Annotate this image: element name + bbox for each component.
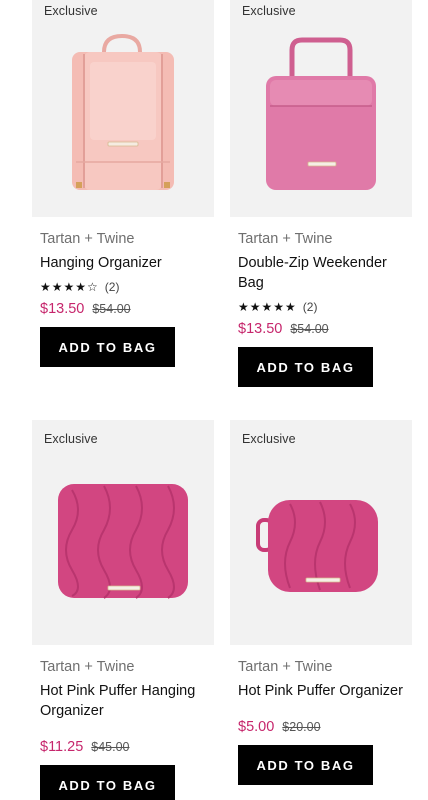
original-price: $45.00: [91, 740, 130, 754]
product-brand: Tartan + Twine: [238, 659, 333, 675]
hot-pink-puffer-hanging-organizer-image: [58, 484, 188, 599]
original-price: $20.00: [282, 720, 321, 734]
product-brand: Tartan + Twine: [40, 659, 135, 675]
star-rating-icon: ★★★★★: [238, 300, 297, 314]
product-rating[interactable]: ★★★★★ (2): [238, 299, 404, 315]
add-to-bag-button[interactable]: ADD TO BAG: [40, 327, 175, 367]
pink-weekender-bag-image: [266, 37, 376, 190]
product-card[interactable]: Exclusive Tartan + Twine Hot Pink Puffer…: [32, 420, 214, 800]
product-image-container[interactable]: Exclusive: [32, 420, 214, 645]
original-price: $54.00: [290, 322, 329, 336]
product-card[interactable]: Exclusive Tartan + Twine Hot Pink Puffer…: [230, 420, 412, 785]
product-name[interactable]: Double-Zip Weekender Bag: [238, 253, 404, 293]
add-to-bag-button[interactable]: ADD TO BAG: [238, 745, 373, 785]
exclusive-badge: Exclusive: [242, 4, 296, 18]
review-count[interactable]: (2): [303, 300, 318, 314]
sale-price: $11.25: [40, 739, 84, 755]
price-row: $5.00 $20.00: [238, 719, 404, 739]
light-pink-hanging-organizer-image: [72, 33, 174, 190]
hot-pink-puffer-organizer-image: [256, 500, 378, 592]
product-image-container[interactable]: Exclusive: [230, 420, 412, 645]
price-row: $11.25 $45.00: [40, 739, 206, 759]
product-card[interactable]: Exclusive Tartan + Twine Hanging Organiz…: [32, 0, 214, 367]
exclusive-badge: Exclusive: [44, 432, 98, 446]
sale-price: $5.00: [238, 719, 275, 735]
product-image-container[interactable]: Exclusive: [32, 0, 214, 217]
sale-price: $13.50: [238, 321, 283, 337]
product-brand: Tartan + Twine: [238, 231, 333, 247]
star-rating-icon: ★★★★☆: [40, 280, 99, 294]
exclusive-badge: Exclusive: [44, 4, 98, 18]
review-count[interactable]: (2): [105, 280, 120, 294]
price-row: $13.50 $54.00: [238, 321, 404, 341]
add-to-bag-button[interactable]: ADD TO BAG: [40, 765, 175, 800]
original-price: $54.00: [92, 302, 131, 316]
sale-price: $13.50: [40, 301, 85, 317]
add-to-bag-button[interactable]: ADD TO BAG: [238, 347, 373, 387]
product-image-container[interactable]: Exclusive: [230, 0, 412, 217]
exclusive-badge: Exclusive: [242, 432, 296, 446]
product-brand: Tartan + Twine: [40, 231, 135, 247]
product-rating[interactable]: ★★★★☆ (2): [40, 279, 206, 295]
product-name[interactable]: Hanging Organizer: [40, 253, 206, 273]
product-name[interactable]: Hot Pink Puffer Organizer: [238, 681, 404, 701]
product-card[interactable]: Exclusive Tartan + Twine Double-Zip Week…: [230, 0, 412, 387]
price-row: $13.50 $54.00: [40, 301, 206, 321]
product-name[interactable]: Hot Pink Puffer Hanging Organizer: [40, 681, 206, 721]
